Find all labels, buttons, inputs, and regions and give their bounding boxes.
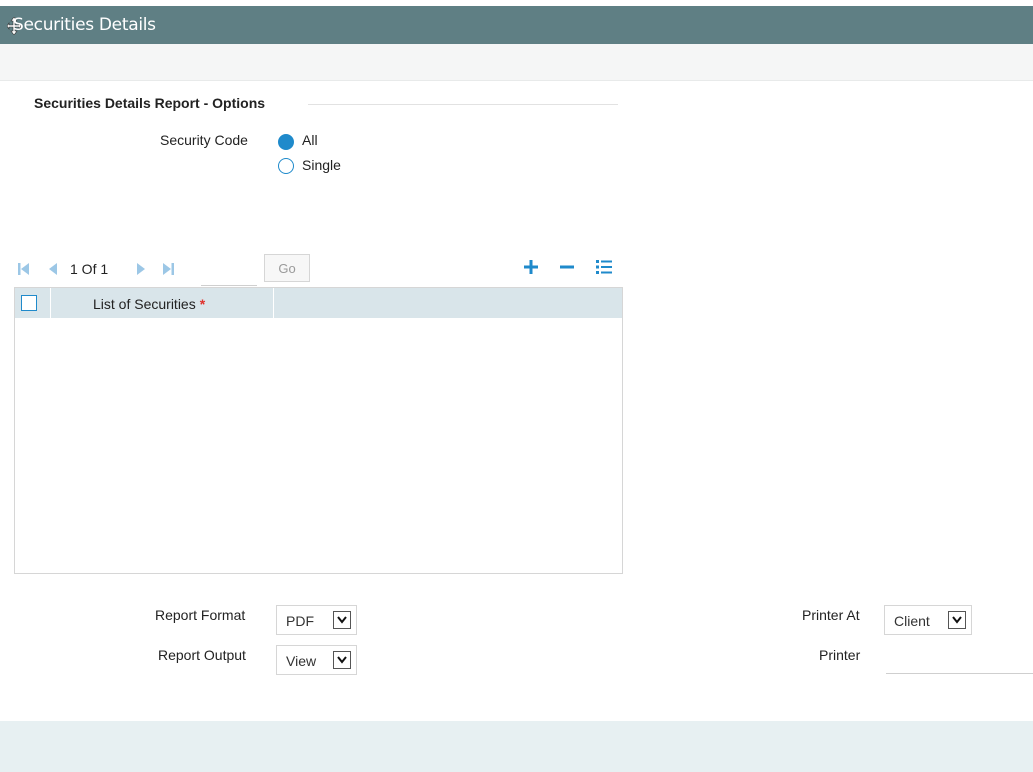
delete-row-icon[interactable] — [560, 260, 574, 277]
column-divider — [50, 288, 51, 318]
footer-bar — [0, 721, 1033, 772]
column-header-list-of-securities[interactable]: List of Securities * — [93, 296, 205, 312]
first-page-icon[interactable] — [18, 262, 30, 279]
next-page-icon[interactable] — [136, 262, 146, 279]
securities-grid: List of Securities * — [14, 287, 623, 574]
dropdown-arrow-icon[interactable] — [333, 611, 351, 629]
dropdown-arrow-icon[interactable] — [948, 611, 966, 629]
section-divider — [308, 104, 618, 105]
radio-single-label: Single — [302, 157, 341, 173]
go-button[interactable]: Go — [264, 254, 310, 282]
report-format-select[interactable]: PDF — [276, 605, 357, 635]
last-page-icon[interactable] — [162, 262, 174, 279]
column-header-label: List of Securities — [93, 296, 196, 312]
printer-input[interactable] — [886, 673, 1033, 674]
dropdown-arrow-icon[interactable] — [333, 651, 351, 669]
report-format-label: Report Format — [155, 607, 246, 623]
report-output-select[interactable]: View — [276, 645, 357, 675]
radio-single[interactable] — [278, 158, 294, 174]
page-number-input[interactable] — [201, 255, 257, 286]
grid-header: List of Securities * — [15, 288, 622, 318]
report-output-value: View — [286, 653, 317, 669]
radio-all-label: All — [302, 132, 318, 148]
security-code-label: Security Code — [160, 132, 248, 148]
window-title: Securities Details — [13, 15, 156, 35]
page-indicator: 1 Of 1 — [70, 261, 109, 277]
previous-page-icon[interactable] — [48, 262, 58, 279]
section-title: Securities Details Report - Options — [34, 95, 266, 111]
view-list-icon[interactable] — [596, 259, 612, 278]
printer-at-select[interactable]: Client — [884, 605, 972, 635]
report-output-label: Report Output — [158, 647, 246, 663]
required-marker: * — [199, 296, 206, 312]
title-bar: Securities Details — [0, 6, 1033, 44]
report-format-value: PDF — [286, 613, 314, 629]
printer-at-value: Client — [894, 613, 930, 629]
add-row-icon[interactable] — [524, 260, 538, 277]
printer-at-label: Printer At — [802, 607, 860, 623]
toolbar-strip — [0, 44, 1033, 81]
printer-label: Printer — [819, 647, 861, 663]
radio-all[interactable] — [278, 134, 294, 150]
column-divider — [273, 288, 274, 318]
select-all-checkbox[interactable] — [21, 295, 37, 311]
